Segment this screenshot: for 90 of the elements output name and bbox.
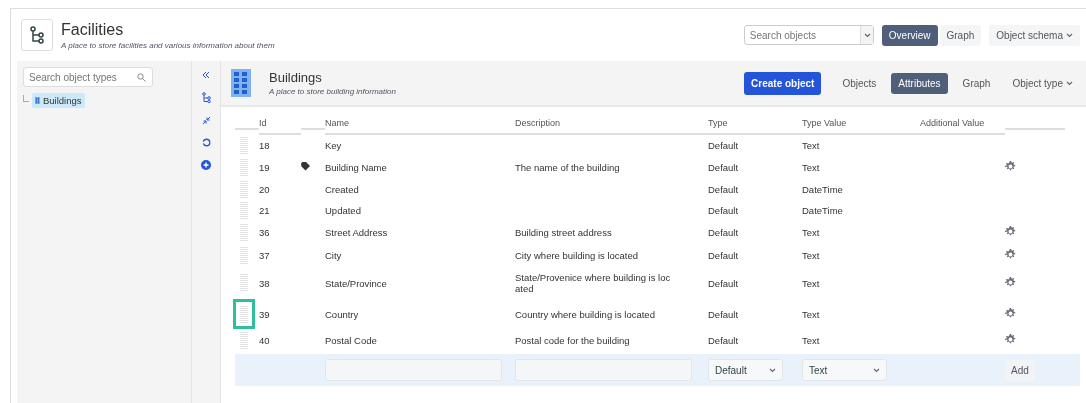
- table-cell-text: Updated: [325, 204, 362, 218]
- table-cell: State/Provenice where building is located: [515, 272, 671, 294]
- search-objects-field[interactable]: Search objects: [743, 25, 874, 45]
- table-cell-text: 21: [259, 204, 271, 218]
- table-cell-text: 38: [259, 276, 271, 291]
- view-tab[interactable]: Objects: [835, 72, 884, 94]
- table-cell-text: Default: [708, 334, 740, 348]
- table-cell-text: Text: [802, 226, 821, 240]
- settings-icon[interactable]: [1005, 334, 1016, 345]
- table-cell-text: 20: [259, 183, 271, 197]
- drag-handle[interactable]: [233, 299, 255, 329]
- add-icon[interactable]: [201, 160, 211, 170]
- table-cell-text: Building Name: [325, 161, 388, 175]
- table-cell-text: 39: [259, 307, 271, 322]
- chevron-icon: [769, 367, 776, 373]
- table-cell-text: Building street address: [515, 227, 613, 238]
- table-cell-text: 37: [259, 249, 271, 263]
- table-cell-text: City: [325, 249, 343, 263]
- dropdown-button[interactable]: [860, 26, 873, 44]
- table-cell-text: The name of the building: [515, 162, 621, 173]
- table-cell-text: Postal code for the building: [515, 335, 631, 346]
- table-cell-text: Default: [708, 276, 740, 291]
- table-cell-text: DateTime: [802, 183, 844, 197]
- table-cell-text: Street Address: [325, 226, 389, 240]
- settings-icon[interactable]: [1005, 226, 1016, 237]
- table-cell-text: Default: [708, 307, 740, 322]
- settings-icon[interactable]: [1005, 307, 1016, 319]
- table-cell-text: Default: [708, 249, 740, 263]
- table-cell-text: Country: [325, 307, 360, 322]
- nav-tab[interactable]: Graph: [939, 24, 982, 46]
- settings-icon[interactable]: [1005, 249, 1016, 260]
- table-cell-text: Default: [708, 226, 740, 240]
- schema-title: Facilities: [61, 20, 125, 39]
- search-icon: [137, 72, 146, 82]
- settings-icon[interactable]: [1005, 161, 1016, 172]
- column-header: Additional Value: [920, 113, 1005, 135]
- view-tab[interactable]: Attributes: [891, 72, 948, 94]
- column-header: Name: [325, 113, 515, 135]
- schema-logo-icon: [21, 19, 53, 51]
- type-value-select[interactable]: Text: [802, 359, 887, 381]
- object-type-description: A place to store building information: [269, 87, 397, 96]
- object-type-title: Buildings: [269, 70, 323, 85]
- table-cell-text: Created: [325, 183, 360, 197]
- collapse-icon[interactable]: [202, 71, 210, 79]
- table-cell-text: 36: [259, 226, 271, 240]
- table-cell-text: Text: [802, 249, 821, 263]
- chevron-icon: [1066, 80, 1073, 86]
- add-button[interactable]: Add: [1005, 359, 1035, 381]
- table-cell-text: City where building is located: [515, 250, 640, 261]
- building-icon: [231, 69, 251, 97]
- table-cell-text: Country where building is located: [515, 308, 656, 320]
- type-select[interactable]: Default: [708, 359, 783, 381]
- column-header: Id: [259, 113, 301, 135]
- table-cell-text: 40: [259, 334, 271, 348]
- object-schema-menu[interactable]: Object schema: [989, 24, 1080, 46]
- create-object-button[interactable]: Create object: [744, 71, 822, 95]
- drag-handle[interactable]: [240, 274, 248, 292]
- search-object-types-field[interactable]: Search object types: [23, 67, 153, 87]
- table-cell-text: Text: [802, 161, 821, 175]
- table-cell-text: 19: [259, 161, 271, 175]
- table-cell-text: Text: [802, 139, 821, 153]
- building-icon: [35, 97, 40, 104]
- refresh-icon[interactable]: [201, 138, 211, 147]
- settings-icon[interactable]: [1005, 276, 1016, 288]
- object-type-menu[interactable]: Object type: [1005, 72, 1080, 94]
- table-cell-text: Text: [802, 307, 821, 322]
- table-cell-text: DateTime: [802, 204, 844, 218]
- view-tab[interactable]: Graph: [955, 72, 998, 94]
- column-header: Type: [708, 113, 802, 135]
- table-cell-text: Key: [325, 139, 343, 153]
- table-cell-text: Default: [708, 161, 740, 175]
- table-cell-text: 18: [259, 139, 271, 153]
- chevron-icon: [1066, 32, 1073, 38]
- tree-item[interactable]: Buildings: [32, 93, 85, 108]
- search-field[interactable]: Search objects: [744, 29, 861, 41]
- nav-tab[interactable]: Overview: [881, 24, 938, 46]
- column-header: Type Value: [802, 113, 920, 135]
- chevron-icon: [873, 367, 880, 373]
- table-cell-text: Postal Code: [325, 334, 378, 348]
- schema-description: A place to store facilities and various information about them: [61, 40, 276, 50]
- table-cell-text: Default: [708, 204, 740, 218]
- table-cell-text: Default: [708, 183, 740, 197]
- table-cell-text: State/Province: [325, 276, 388, 291]
- table-cell-text: Text: [802, 334, 821, 348]
- column-header: Description: [515, 113, 708, 135]
- table-cell-text: Default: [708, 139, 740, 153]
- hierarchy-icon[interactable]: [201, 92, 211, 103]
- table-cell-text: Text: [802, 276, 821, 291]
- chevron-icon: [863, 32, 871, 38]
- shrink-icon[interactable]: [201, 116, 211, 125]
